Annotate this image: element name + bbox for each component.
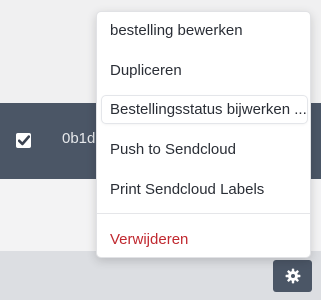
menu-item-edit-order[interactable]: bestelling bewerken — [97, 22, 310, 44]
menu-item-label: Print Sendcloud Labels — [110, 181, 265, 198]
menu-item-label: Push to Sendcloud — [110, 141, 236, 158]
actions-button[interactable] — [273, 260, 312, 292]
menu-item-duplicate[interactable]: Dupliceren — [97, 62, 310, 84]
menu-item-label: bestelling bewerken — [110, 22, 243, 39]
menu-item-push-to-sendcloud[interactable]: Push to Sendcloud — [97, 141, 310, 163]
menu-item-label: Bestellingsstatus bijwerken ... — [110, 101, 307, 118]
row-checkbox[interactable] — [16, 133, 31, 148]
gear-icon — [285, 268, 300, 284]
checkmark-icon — [17, 135, 30, 146]
menu-divider — [97, 213, 310, 214]
actions-dropdown-menu: bestelling bewerken Dupliceren Bestellin… — [96, 11, 311, 258]
menu-item-delete[interactable]: Verwijderen — [97, 231, 310, 253]
menu-item-update-order-status[interactable]: Bestellingsstatus bijwerken ... — [97, 96, 310, 124]
menu-item-label: Verwijderen — [110, 231, 189, 248]
menu-item-label: Dupliceren — [110, 62, 182, 79]
menu-item-print-sendcloud-labels[interactable]: Print Sendcloud Labels — [97, 181, 310, 203]
row-id: 0b1d — [62, 130, 96, 147]
